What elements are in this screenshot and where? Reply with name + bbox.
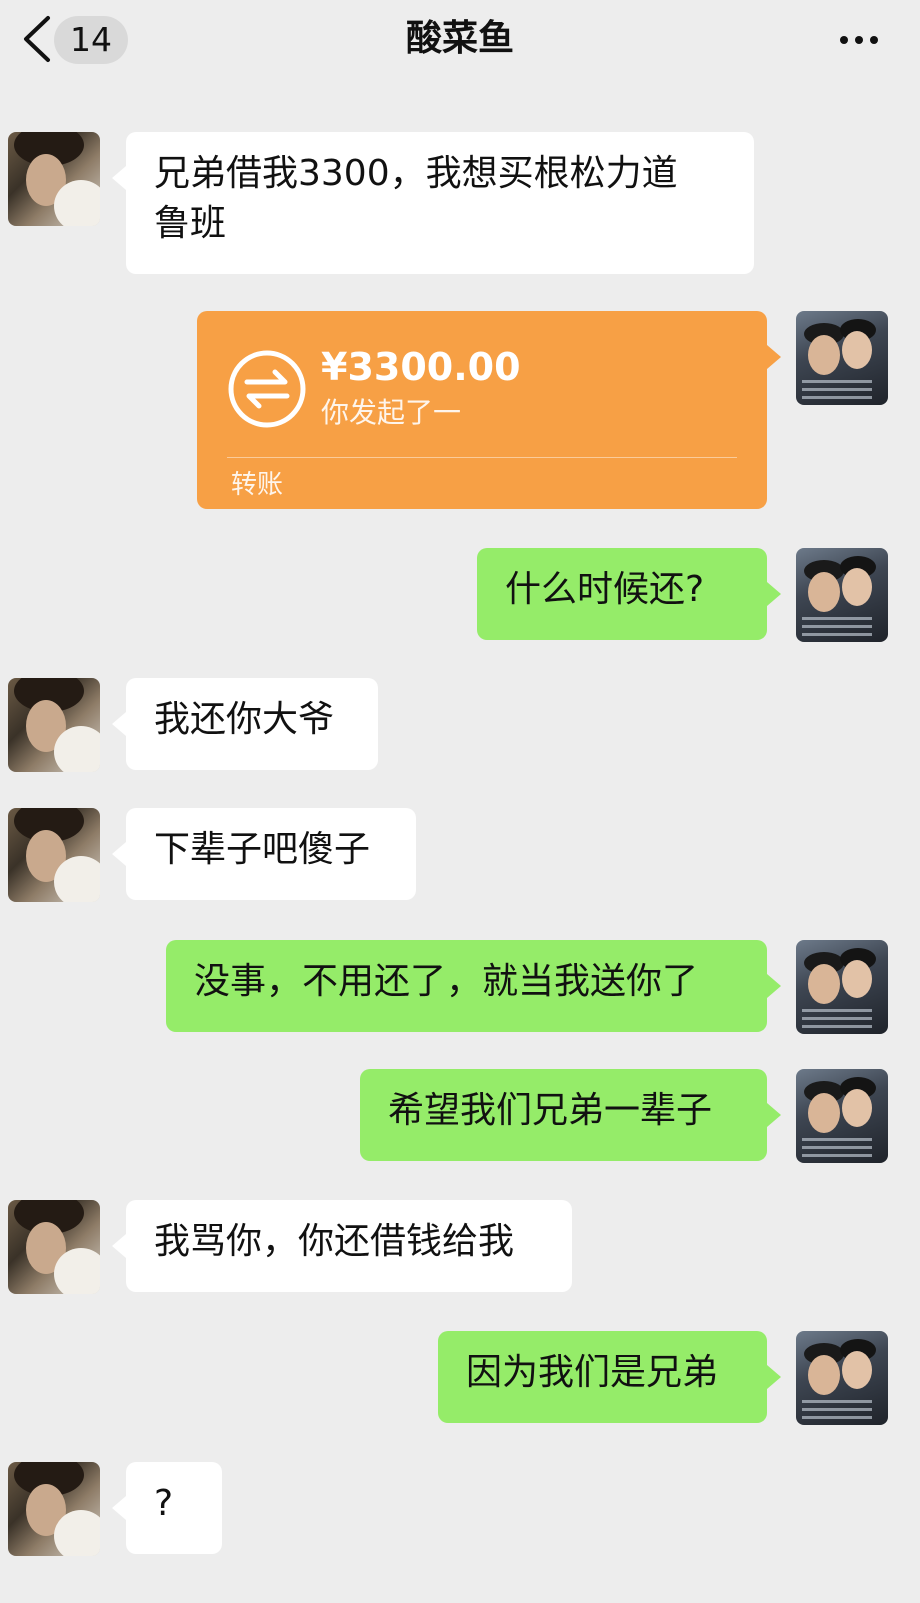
message-bubble-incoming[interactable]: 下辈子吧傻子: [112, 808, 416, 900]
avatar-dog: [54, 726, 100, 772]
message-bubble-outgoing[interactable]: 什么时候还?: [477, 548, 781, 640]
message-bubble-incoming[interactable]: 我还你大爷: [112, 678, 378, 770]
avatar-face: [842, 1089, 872, 1127]
avatar-face: [808, 1355, 840, 1395]
message-bubble-outgoing[interactable]: 希望我们兄弟一辈子: [360, 1069, 781, 1161]
avatar-face: [842, 568, 872, 606]
chat-title: 酸菜鱼: [405, 18, 514, 59]
message-bubble-incoming[interactable]: ?: [112, 1462, 222, 1554]
avatar-overlay-text: [802, 1025, 872, 1028]
avatar-face: [808, 964, 840, 1004]
avatar-dog: [54, 856, 100, 902]
more-dot: [870, 36, 878, 44]
avatar-face: [808, 1093, 840, 1133]
my-avatar[interactable]: [796, 940, 888, 1034]
avatar-face: [808, 335, 840, 375]
transfer-divider: [227, 457, 737, 458]
transfer-amount: ¥3300.00: [321, 345, 521, 389]
transfer-icon: [228, 350, 306, 428]
avatar-face: [842, 1351, 872, 1389]
contact-avatar[interactable]: [8, 1200, 100, 1294]
avatar-face: [842, 331, 872, 369]
contact-avatar[interactable]: [8, 808, 100, 902]
chat-header: 14 酸菜鱼: [0, 0, 920, 86]
avatar-dog: [54, 1248, 100, 1294]
my-avatar[interactable]: [796, 311, 888, 405]
message-bubble-incoming[interactable]: 我骂你，你还借钱给我: [112, 1200, 572, 1292]
message-bubble-outgoing[interactable]: 没事，不用还了，就当我送你了: [166, 940, 781, 1032]
my-avatar[interactable]: [796, 1331, 888, 1425]
message-bubble-outgoing[interactable]: 因为我们是兄弟: [438, 1331, 781, 1423]
message-bubble-incoming[interactable]: 兄弟借我3300，我想买根松力道 鲁班: [112, 132, 754, 274]
transfer-description: 你发起了一: [321, 396, 462, 429]
transfer-card[interactable]: ¥3300.00 你发起了一 转账: [197, 311, 781, 509]
contact-avatar[interactable]: [8, 1462, 100, 1556]
more-icon[interactable]: [840, 36, 880, 46]
my-avatar[interactable]: [796, 1069, 888, 1163]
avatar-overlay-text: [802, 396, 872, 399]
avatar-face: [808, 572, 840, 612]
contact-avatar[interactable]: [8, 678, 100, 772]
transfer-label: 转账: [231, 470, 284, 500]
avatar-overlay-text: [802, 1416, 872, 1419]
avatar-overlay-text: [802, 633, 872, 636]
avatar-dog: [54, 180, 100, 226]
my-avatar[interactable]: [796, 548, 888, 642]
contact-avatar[interactable]: [8, 132, 100, 226]
avatar-overlay-text: [802, 1154, 872, 1157]
avatar-face: [842, 960, 872, 998]
more-dot: [840, 36, 848, 44]
more-dot: [855, 36, 863, 44]
avatar-dog: [54, 1510, 100, 1556]
